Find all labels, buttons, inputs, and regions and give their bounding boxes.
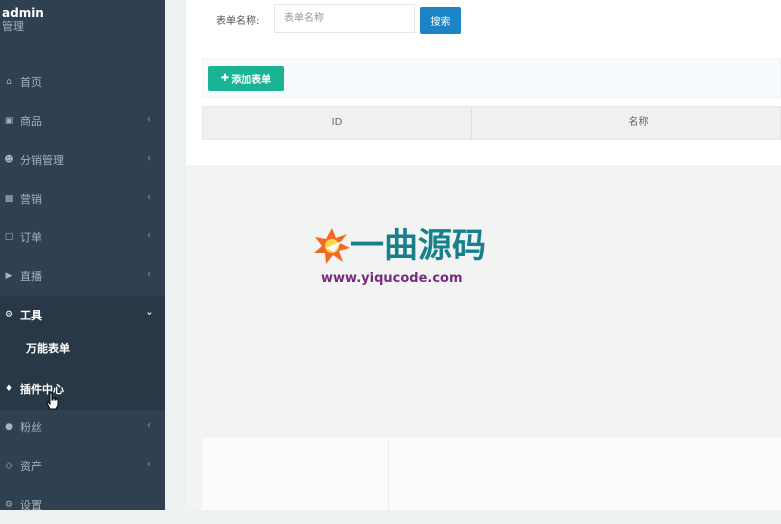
sidebar-item-marketing[interactable]: ▩ 营销 ‹ <box>0 180 165 218</box>
bottom-panel <box>202 438 781 510</box>
hand-cursor-icon <box>46 392 59 410</box>
sidebar-item-label: 商品 <box>20 115 42 128</box>
plus-icon: ✚ <box>220 73 230 84</box>
briefcase-icon: ▢ <box>4 232 14 242</box>
sidebar-item-products[interactable]: ▣ 商品 ‹ <box>0 102 165 140</box>
search-label: 表单名称: <box>216 16 260 27</box>
chevron-left-icon: ‹ <box>147 153 151 164</box>
sidebar-item-home[interactable]: ⌂ 首页 <box>0 63 165 101</box>
sidebar-item-label: 工具 <box>20 309 42 322</box>
user-role: 管理 <box>2 20 24 33</box>
watermark-logo-icon <box>314 228 350 264</box>
chevron-left-icon: ‹ <box>147 230 151 241</box>
search-button[interactable]: 搜索 <box>420 7 461 34</box>
sidebar-item-plugins[interactable]: ♦ 插件中心 <box>0 370 165 408</box>
add-form-button[interactable]: ✚ 添加表单 <box>208 66 284 91</box>
puzzle-icon: ♦ <box>4 384 14 394</box>
chevron-left-icon: ‹ <box>147 114 151 125</box>
chevron-left-icon: ‹ <box>147 192 151 203</box>
table-header: ID 名称 <box>202 106 781 140</box>
book-icon: ▣ <box>4 116 14 126</box>
column-header-id[interactable]: ID <box>203 107 472 139</box>
sidebar-item-tools[interactable]: ⚙ 工具 › <box>0 296 165 334</box>
sidebar-item-assets[interactable]: ◇ 资产 ‹ <box>0 447 165 485</box>
sidebar-item-label: 分销管理 <box>20 154 64 167</box>
chevron-left-icon: ‹ <box>147 459 151 470</box>
users-icon: ☻ <box>4 155 14 165</box>
sidebar-item-distribution[interactable]: ☻ 分销管理 ‹ <box>0 141 165 179</box>
diamond-icon: ◇ <box>5 461 13 471</box>
sidebar: admin 管理 万能表单 ⌂ 首页 ▣ 商品 ‹ ☻ 分销管理 ‹ ▩ 营销 … <box>0 0 165 512</box>
chevron-left-icon: ‹ <box>147 420 151 431</box>
sidebar-item-fans[interactable]: ● 粉丝 ‹ <box>0 408 165 446</box>
submenu-item-universal-form[interactable]: 万能表单 <box>26 340 70 356</box>
sidebar-item-settings[interactable]: ⚙ 设置 <box>0 486 165 524</box>
sidebar-item-label: 营销 <box>20 193 42 206</box>
column-header-name[interactable]: 名称 <box>471 107 781 139</box>
add-form-label: 添加表单 <box>231 75 272 86</box>
home-icon: ⌂ <box>6 77 12 87</box>
sidebar-item-label: 首页 <box>20 76 42 89</box>
sidebar-item-label: 设置 <box>20 499 42 512</box>
sidebar-item-label: 粉丝 <box>20 421 42 434</box>
search-input[interactable] <box>274 4 415 33</box>
bottom-divider <box>388 440 389 510</box>
sidebar-item-orders[interactable]: ▢ 订单 ‹ <box>0 218 165 256</box>
sidebar-item-label: 订单 <box>20 231 42 244</box>
user-icon: ● <box>5 422 13 432</box>
chevron-down-icon: › <box>143 311 155 316</box>
watermark-text: 一曲源码 <box>350 226 486 266</box>
gear-icon: ⚙ <box>4 500 14 510</box>
sidebar-item-label: 直播 <box>20 270 42 283</box>
chevron-left-icon: ‹ <box>147 269 151 280</box>
video-camera-icon: ▶ <box>5 271 13 281</box>
user-info: admin 管理 <box>2 6 44 34</box>
sidebar-item-label: 资产 <box>20 460 42 473</box>
sidebar-item-live[interactable]: ▶ 直播 ‹ <box>0 257 165 295</box>
user-name: admin <box>2 6 44 20</box>
watermark-url: www.yiqucode.com <box>321 271 463 286</box>
gift-icon: ▩ <box>4 194 14 204</box>
toolbar <box>202 58 781 98</box>
cog-icon: ⚙ <box>4 310 14 320</box>
